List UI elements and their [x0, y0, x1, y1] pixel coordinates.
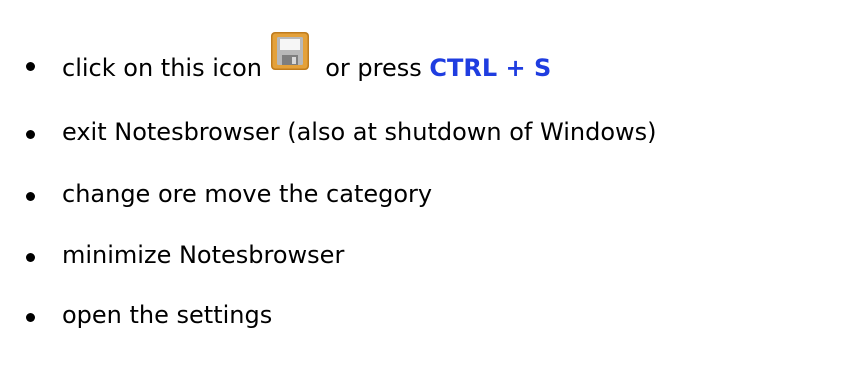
list-item-minimize: minimize Notesbrowser: [0, 235, 867, 275]
list-item-settings: open the settings: [0, 295, 867, 335]
bullet: [26, 62, 35, 71]
list-item-category: change ore move the category: [0, 174, 867, 214]
bullet: [26, 253, 35, 262]
bullet: [26, 313, 35, 322]
keyboard-shortcut: CTRL + S: [429, 54, 552, 82]
item-text-after-icon: or press: [325, 54, 422, 82]
list-item-text: change ore move the category: [62, 180, 433, 208]
bullet: [26, 130, 35, 139]
bullet: [26, 192, 35, 201]
icon-label: [279, 39, 300, 50]
list-item-text: open the settings: [62, 301, 273, 329]
list-item-exit: exit Notesbrowser (also at shutdown of W…: [0, 112, 867, 152]
list-item-text: exit Notesbrowser (also at shutdown of W…: [62, 118, 657, 146]
item-text-before-icon: click on this icon: [62, 54, 262, 82]
list-item-save: click on this icon or press CTRL + S: [0, 32, 867, 84]
list-item-text: click on this icon or press CTRL + S: [62, 32, 552, 89]
icon-shutter-slot: [291, 57, 296, 64]
list-item-text: minimize Notesbrowser: [62, 241, 345, 269]
floppy-disk-save-icon: [270, 31, 310, 71]
